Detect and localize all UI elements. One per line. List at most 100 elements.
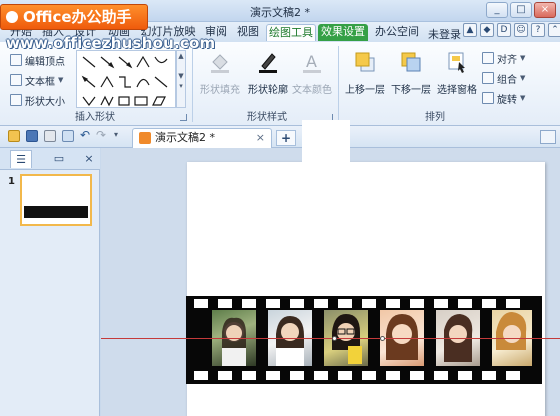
edit-points-button[interactable]: 编辑顶点 <box>10 52 65 68</box>
film-hole <box>290 371 304 380</box>
logo-text: Office办公助手 <box>23 8 132 26</box>
svg-text:A: A <box>306 52 317 71</box>
resize-handle[interactable] <box>332 336 337 341</box>
tab-view[interactable]: 视图 <box>234 24 262 41</box>
tab-slides-list[interactable]: ☰ <box>10 150 32 168</box>
selection-line[interactable] <box>101 338 560 339</box>
align-icon <box>482 52 494 64</box>
film-hole <box>314 299 328 308</box>
smiley-icon[interactable]: ☺ <box>514 23 528 37</box>
shapes-gallery[interactable] <box>76 50 176 108</box>
arrow-up-icon[interactable]: ▲ <box>463 23 477 37</box>
ribbon: 编辑顶点 文本框 ▼ 形状大小 ▲ ▼ ▾ 插入形状 形状填充 形状轮廓 A 文… <box>0 42 560 126</box>
maximize-button[interactable]: □ <box>510 2 532 18</box>
film-hole <box>410 299 424 308</box>
save-icon[interactable] <box>26 130 38 142</box>
help-icon[interactable]: ? <box>531 23 545 37</box>
film-hole <box>506 299 520 308</box>
shapes-gallery-icons <box>81 55 168 107</box>
bring-forward-label: 上移一层 <box>345 85 385 96</box>
textbox-icon <box>10 74 22 86</box>
document-tab-label: 演示文稿2 * <box>155 131 215 144</box>
film-hole <box>386 371 400 380</box>
minimize-button[interactable]: _ <box>486 2 508 18</box>
film-hole <box>482 299 496 308</box>
gallery-scroll[interactable]: ▲ ▼ ▾ <box>176 50 186 108</box>
rotate-button[interactable]: 旋转 ▼ <box>482 90 525 106</box>
film-hole <box>386 299 400 308</box>
film-hole <box>218 299 232 308</box>
film-hole <box>218 371 232 380</box>
document-tab[interactable]: 演示文稿2 * × <box>132 128 272 148</box>
tab-office-space[interactable]: 办公空间 <box>372 24 422 41</box>
slide-thumbnail[interactable] <box>20 174 92 226</box>
close-pane-icon[interactable]: × <box>78 150 100 168</box>
undo-icon[interactable]: ↶ <box>80 129 92 142</box>
film-hole <box>362 371 376 380</box>
film-hole <box>434 371 448 380</box>
send-backward-icon <box>401 52 421 72</box>
shape-outline-button[interactable]: 形状轮廓 <box>246 50 290 96</box>
film-hole <box>242 371 256 380</box>
film-hole <box>362 299 376 308</box>
print-icon[interactable] <box>44 130 56 142</box>
tab-effects[interactable]: 效果设置 <box>318 24 368 41</box>
new-tab-button[interactable]: + <box>276 130 296 146</box>
resize-handle[interactable] <box>380 336 385 341</box>
office-logo[interactable]: Office办公助手 <box>0 4 148 30</box>
ribbon-collapse-icon[interactable]: ⌃ <box>548 23 560 37</box>
film-hole <box>314 371 328 380</box>
selection-pane-label: 选择窗格 <box>437 85 477 96</box>
presentation-file-icon <box>139 132 151 144</box>
text-color-button[interactable]: A 文本颜色 <box>290 50 334 96</box>
arrange-group-label: 排列 <box>425 112 445 123</box>
ribbon-divider <box>338 46 339 122</box>
edit-points-label: 编辑顶点 <box>25 56 65 68</box>
text-color-icon: A <box>303 52 321 73</box>
group-button[interactable]: 组合 ▼ <box>482 70 525 86</box>
login-status[interactable]: 未登录 <box>428 26 461 42</box>
pen-icon <box>259 53 277 73</box>
cloud-d-icon[interactable]: D <box>497 23 511 37</box>
open-folder-icon[interactable] <box>8 130 20 142</box>
film-hole <box>242 299 256 308</box>
tab-drawing-tools[interactable]: 绘图工具 <box>266 24 316 41</box>
group-icon <box>482 72 494 84</box>
film-hole <box>506 371 520 380</box>
film-hole <box>434 299 448 308</box>
insert-shape-launcher-icon[interactable] <box>180 114 187 121</box>
send-backward-label: 下移一层 <box>391 85 431 96</box>
top-right-icons: ▲ ◆ D ☺ ? ⌃ <box>463 23 560 37</box>
bring-forward-button[interactable]: 上移一层 <box>342 50 388 96</box>
shape-fill-label: 形状填充 <box>200 85 240 96</box>
film-hole <box>266 299 280 308</box>
film-hole <box>458 371 472 380</box>
group-label: 组合 <box>497 74 517 86</box>
thumbnail-filmstrip <box>24 206 88 218</box>
quick-access-dropdown-icon[interactable]: ▾ <box>114 130 126 142</box>
tab-outline[interactable]: ▭ <box>48 150 70 168</box>
bring-forward-icon <box>355 52 375 72</box>
film-hole <box>458 299 472 308</box>
film-hole <box>194 371 208 380</box>
textbox-button[interactable]: 文本框 ▼ <box>10 72 63 88</box>
filmstrip-image[interactable] <box>186 296 542 384</box>
rotate-label: 旋转 <box>497 94 517 106</box>
skin-icon[interactable]: ◆ <box>480 23 494 37</box>
chevron-down-icon: ▼ <box>58 76 64 84</box>
shape-size-button[interactable]: 形状大小 <box>10 92 65 108</box>
print-preview-icon[interactable] <box>62 130 74 142</box>
send-backward-button[interactable]: 下移一层 <box>388 50 434 96</box>
window-controls: _ □ × <box>486 2 556 18</box>
blank-area <box>302 120 350 176</box>
film-hole <box>338 371 352 380</box>
close-tab-icon[interactable]: × <box>256 129 265 147</box>
slide-number: 1 <box>8 176 15 187</box>
shape-fill-button[interactable]: 形状填充 <box>196 50 244 96</box>
selection-pane-button[interactable]: 选择窗格 <box>434 50 480 96</box>
close-button[interactable]: × <box>534 2 556 18</box>
redo-icon[interactable]: ↷ <box>96 129 108 142</box>
align-button[interactable]: 对齐 ▼ <box>482 50 525 66</box>
edit-points-icon <box>10 54 22 66</box>
task-pane-toggle-icon[interactable] <box>540 130 556 144</box>
